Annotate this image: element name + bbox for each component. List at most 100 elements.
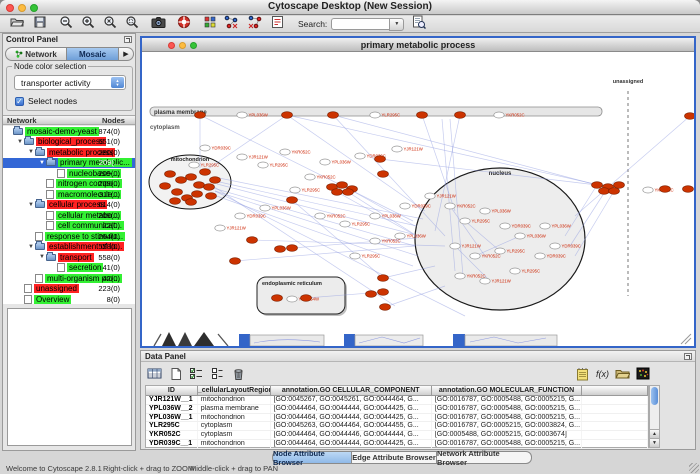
gene-node-selected-red[interactable] bbox=[378, 171, 389, 178]
gene-node-selected-red[interactable] bbox=[328, 112, 339, 119]
gene-node-white[interactable] bbox=[495, 248, 505, 254]
control-panel-float-icon[interactable] bbox=[124, 36, 132, 43]
gene-node-selected-red[interactable] bbox=[378, 289, 389, 296]
search-dropdown-button[interactable]: ▼ bbox=[389, 18, 404, 31]
table-row[interactable]: YLR295Ccytoplasm[GO:0045263, GO:0044464,… bbox=[146, 422, 648, 431]
gene-node-white[interactable] bbox=[494, 112, 504, 118]
snapshot-icon[interactable] bbox=[150, 14, 167, 30]
gene-node-selected-red[interactable] bbox=[170, 198, 181, 205]
tree-row[interactable]: unassigned223(0) bbox=[3, 284, 135, 295]
gene-node-selected-red[interactable] bbox=[599, 188, 610, 195]
gene-node-selected-red[interactable] bbox=[301, 295, 312, 302]
gene-node-selected-red[interactable] bbox=[200, 169, 211, 176]
gene-node-selected-red[interactable] bbox=[683, 186, 694, 193]
gene-node-white[interactable] bbox=[535, 253, 545, 259]
gene-node-white[interactable] bbox=[392, 146, 402, 152]
gene-node-white[interactable] bbox=[455, 273, 465, 279]
open-folder-icon[interactable] bbox=[8, 14, 25, 30]
gene-node-selected-red[interactable] bbox=[378, 275, 389, 282]
gene-node-selected-red[interactable] bbox=[366, 291, 377, 298]
attribute-table-icon[interactable] bbox=[146, 366, 163, 382]
gene-node-selected-red[interactable] bbox=[332, 189, 343, 196]
node-color-dropdown[interactable]: transporter activity ▲▼ bbox=[14, 75, 126, 90]
gene-node-white[interactable] bbox=[200, 145, 210, 151]
edit-network-1-icon[interactable] bbox=[223, 14, 240, 30]
gene-node-white[interactable] bbox=[370, 238, 380, 244]
network-canvas[interactable]: plasma membrane cytoplasm mitochondrion … bbox=[142, 53, 694, 346]
gene-node-selected-red[interactable] bbox=[455, 112, 466, 119]
table-scrollbar[interactable]: ▲ ▼ bbox=[649, 385, 660, 448]
table-row[interactable]: YJR121W__1mitochondrion[GO:0045267, GO:0… bbox=[146, 396, 648, 405]
gene-node-white[interactable] bbox=[510, 268, 520, 274]
gene-node-selected-red[interactable] bbox=[186, 174, 197, 181]
gene-node-selected-red[interactable] bbox=[210, 177, 221, 184]
tab-mosaic[interactable]: Mosaic bbox=[67, 47, 119, 61]
tab-edge-attribute-browser[interactable]: Edge Attribute Browser bbox=[352, 451, 437, 464]
gene-node-white[interactable] bbox=[237, 154, 247, 160]
gene-node-white[interactable] bbox=[515, 233, 525, 239]
tree-row[interactable]: nitrogen compo...209(0) bbox=[3, 179, 135, 190]
gene-node-white[interactable] bbox=[460, 218, 470, 224]
tree-row[interactable]: cell communicat...22(0) bbox=[3, 221, 135, 232]
gene-node-selected-red[interactable] bbox=[247, 237, 258, 244]
save-icon[interactable] bbox=[31, 14, 48, 30]
gene-node-white[interactable] bbox=[445, 203, 455, 209]
gene-node-selected-red[interactable] bbox=[230, 258, 241, 265]
gene-node-selected-red[interactable] bbox=[206, 193, 217, 200]
edit-network-2-icon[interactable] bbox=[246, 14, 263, 30]
gene-node-white[interactable] bbox=[305, 174, 315, 180]
gene-node-selected-red[interactable] bbox=[343, 189, 354, 196]
gene-node-selected-red[interactable] bbox=[176, 177, 187, 184]
search-input[interactable] bbox=[331, 18, 389, 30]
tab-network-attribute-browser[interactable]: Network Attribute Browser bbox=[437, 451, 532, 464]
tree-row[interactable]: Overview8(0) bbox=[3, 294, 135, 304]
gene-node-white[interactable] bbox=[280, 149, 290, 155]
expander-icon[interactable]: ▼ bbox=[38, 254, 46, 260]
gene-node-selected-red[interactable] bbox=[417, 112, 428, 119]
tree-row[interactable]: nucleobase-...209(0) bbox=[3, 168, 135, 179]
tree-row[interactable]: ▼metabolic process280(0) bbox=[3, 147, 135, 158]
tree-row[interactable]: ▼establishment of lo...558(0) bbox=[3, 242, 135, 253]
table-row[interactable]: YPL036W__1mitochondrion[GO:0044464, GO:0… bbox=[146, 414, 648, 423]
tree-row[interactable]: cellular metabo...209(0) bbox=[3, 210, 135, 221]
gene-node-white[interactable] bbox=[550, 243, 560, 249]
column-header[interactable]: _cellularLayoutRegion bbox=[198, 386, 271, 395]
gene-node-white[interactable] bbox=[395, 233, 405, 239]
gene-node-white[interactable] bbox=[290, 187, 300, 193]
gene-node-selected-red[interactable] bbox=[282, 112, 293, 119]
gene-node-white[interactable] bbox=[237, 112, 247, 118]
tree-row[interactable]: ▼cellular process614(0) bbox=[3, 200, 135, 211]
gene-node-white[interactable] bbox=[480, 278, 490, 284]
matrix-icon[interactable] bbox=[634, 366, 651, 382]
gene-node-white[interactable] bbox=[370, 112, 380, 118]
column-header-filler[interactable] bbox=[582, 386, 648, 395]
notepad-icon[interactable] bbox=[574, 366, 591, 382]
tree-row[interactable]: multi-organism pro...42(0) bbox=[3, 273, 135, 284]
tree-row[interactable]: ▼transport558(0) bbox=[3, 252, 135, 263]
window-resize-grip[interactable] bbox=[689, 463, 699, 473]
import-table-icon[interactable] bbox=[614, 366, 631, 382]
table-row[interactable]: YDR039C__1mitochondrion[GO:0044464, GO:0… bbox=[146, 440, 648, 449]
gene-node-selected-red[interactable] bbox=[609, 188, 620, 195]
gene-node-white[interactable] bbox=[500, 223, 510, 229]
tree-row[interactable]: mosaic-demo-yeast874(0) bbox=[3, 126, 135, 137]
advanced-search-icon[interactable] bbox=[410, 14, 427, 30]
zoom-selected-icon[interactable] bbox=[123, 14, 140, 30]
data-panel-float-icon[interactable] bbox=[684, 353, 692, 360]
gene-node-selected-red[interactable] bbox=[275, 246, 286, 253]
gene-node-white[interactable] bbox=[260, 205, 270, 211]
network-frame-titlebar[interactable]: primary metabolic process bbox=[142, 38, 694, 52]
scrollbar-thumb[interactable] bbox=[651, 387, 658, 405]
gene-node-white[interactable] bbox=[480, 208, 490, 214]
gene-node-white[interactable] bbox=[287, 296, 297, 302]
tree-row[interactable]: response to stimulu...264(0) bbox=[3, 231, 135, 242]
expander-icon[interactable]: ▼ bbox=[27, 244, 35, 250]
gene-node-white[interactable] bbox=[320, 159, 330, 165]
tree-row[interactable]: ▼primary metabolic...209(... bbox=[3, 158, 135, 169]
select-attributes-icon[interactable] bbox=[188, 366, 205, 382]
scroll-down-button[interactable]: ▼ bbox=[650, 438, 659, 447]
gene-node-white[interactable] bbox=[370, 213, 380, 219]
expander-icon[interactable]: ▼ bbox=[27, 202, 35, 208]
table-row[interactable]: YPL036W__2plasma membrane[GO:0044464, GO… bbox=[146, 405, 648, 414]
gene-node-white[interactable] bbox=[425, 193, 435, 199]
